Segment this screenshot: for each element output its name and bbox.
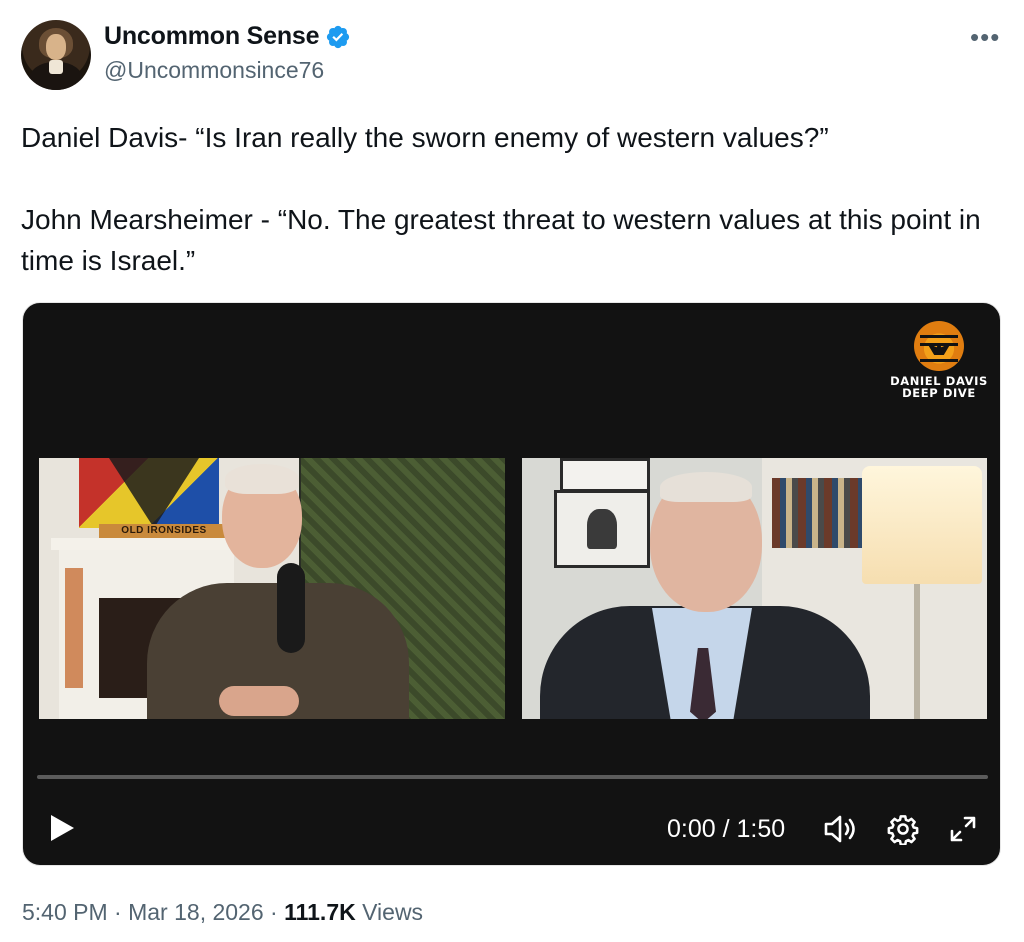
avatar[interactable] <box>21 20 91 90</box>
tweet-text-line: Daniel Davis- “Is Iran really the sworn … <box>21 122 829 153</box>
volume-button[interactable] <box>821 811 861 847</box>
views-count: 111.7K <box>284 899 356 925</box>
views-label: Views <box>362 899 424 925</box>
microphone-icon <box>277 563 305 653</box>
tweet-text-line: John Mearsheimer - “No. The greatest thr… <box>21 204 981 276</box>
expand-icon <box>950 816 976 842</box>
video-frame-left-host: OLD IRONSIDES <box>39 458 505 719</box>
settings-button[interactable] <box>885 811 921 847</box>
verified-badge-icon <box>327 25 350 48</box>
video-time-display: 0:00 / 1:50 <box>667 815 786 843</box>
tweet-text: Daniel Davis- “Is Iran really the sworn … <box>21 117 981 281</box>
more-horizontal-icon[interactable]: ••• <box>970 24 1000 50</box>
author-handle[interactable]: @Uncommonsince76 <box>104 57 324 84</box>
play-icon <box>51 815 74 841</box>
video-progress-bar[interactable] <box>37 775 988 779</box>
author-display-name[interactable]: Uncommon Sense <box>104 22 320 51</box>
tweet-time[interactable]: 5:40 PM <box>22 899 108 925</box>
avatar-collar <box>49 60 63 74</box>
volume-icon <box>824 815 855 843</box>
tweet-text-spacer <box>21 158 981 199</box>
gear-icon <box>887 815 919 845</box>
avatar-face <box>46 34 66 60</box>
play-button[interactable] <box>45 811 79 845</box>
eagle-logo-icon <box>914 321 964 371</box>
old-ironsides-sign: OLD IRONSIDES <box>99 524 229 538</box>
logo-text-line2: DEEP DIVE <box>902 386 976 400</box>
tweet-date[interactable]: Mar 18, 2026 <box>128 899 264 925</box>
tweet-meta: 5:40 PM · Mar 18, 2026 · 111.7K Views <box>22 899 423 926</box>
fullscreen-button[interactable] <box>945 811 981 847</box>
meta-separator: · <box>114 899 122 925</box>
meta-separator: · <box>270 899 278 925</box>
channel-logo: DANIEL DAVIS DEEP DIVE <box>887 321 991 399</box>
lamp-icon <box>862 466 982 584</box>
author-name-row: Uncommon Sense <box>104 22 351 51</box>
video-player[interactable]: DANIEL DAVIS DEEP DIVE OLD IRONSIDES 0:0… <box>22 302 1001 866</box>
video-frame-right-guest <box>522 458 987 719</box>
